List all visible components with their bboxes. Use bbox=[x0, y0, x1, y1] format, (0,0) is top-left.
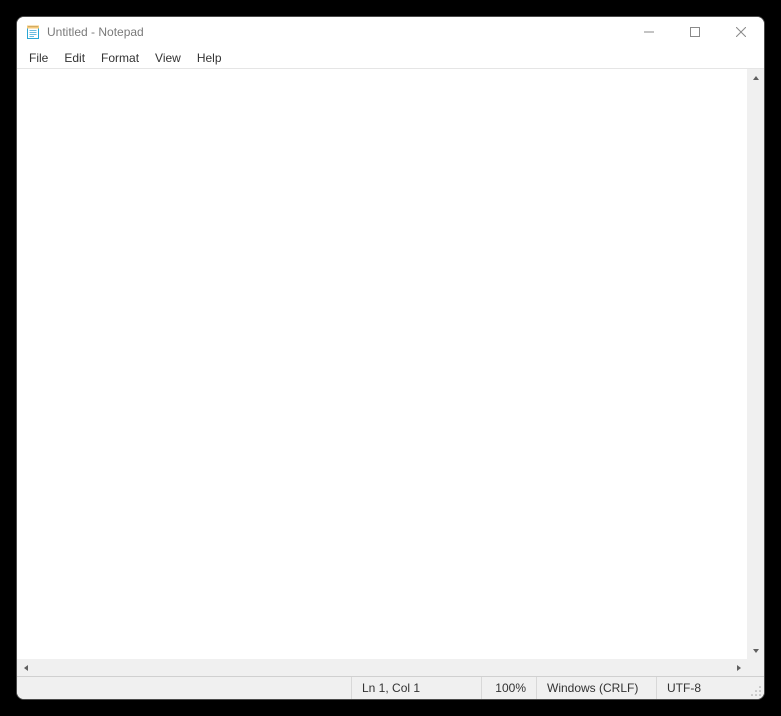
window-title: Untitled - Notepad bbox=[47, 25, 626, 39]
scroll-right-icon[interactable] bbox=[730, 659, 747, 676]
scroll-down-icon[interactable] bbox=[747, 642, 764, 659]
status-encoding: UTF-8 bbox=[657, 677, 747, 699]
statusbar: Ln 1, Col 1 100% Windows (CRLF) UTF-8 bbox=[17, 676, 764, 699]
menu-view[interactable]: View bbox=[147, 49, 189, 67]
scroll-corner bbox=[747, 659, 764, 676]
horizontal-scroll-track[interactable] bbox=[34, 659, 730, 676]
menubar: File Edit Format View Help bbox=[17, 47, 764, 69]
vertical-scroll-track[interactable] bbox=[747, 86, 764, 642]
menu-edit[interactable]: Edit bbox=[56, 49, 93, 67]
status-spacer bbox=[17, 677, 352, 699]
editor-area bbox=[17, 69, 764, 676]
window-controls bbox=[626, 17, 764, 47]
status-position: Ln 1, Col 1 bbox=[352, 677, 482, 699]
vertical-scrollbar[interactable] bbox=[747, 69, 764, 659]
menu-help[interactable]: Help bbox=[189, 49, 230, 67]
resize-grip-icon[interactable] bbox=[747, 677, 764, 699]
scroll-left-icon[interactable] bbox=[17, 659, 34, 676]
notepad-icon bbox=[25, 24, 41, 40]
scroll-up-icon[interactable] bbox=[747, 69, 764, 86]
close-button[interactable] bbox=[718, 17, 764, 47]
minimize-button[interactable] bbox=[626, 17, 672, 47]
horizontal-scrollbar[interactable] bbox=[17, 659, 747, 676]
status-line-ending: Windows (CRLF) bbox=[537, 677, 657, 699]
maximize-button[interactable] bbox=[672, 17, 718, 47]
text-editor[interactable] bbox=[17, 69, 747, 659]
notepad-window: Untitled - Notepad File Edit Format View… bbox=[16, 16, 765, 700]
menu-file[interactable]: File bbox=[21, 49, 56, 67]
status-zoom: 100% bbox=[482, 677, 537, 699]
titlebar[interactable]: Untitled - Notepad bbox=[17, 17, 764, 47]
menu-format[interactable]: Format bbox=[93, 49, 147, 67]
